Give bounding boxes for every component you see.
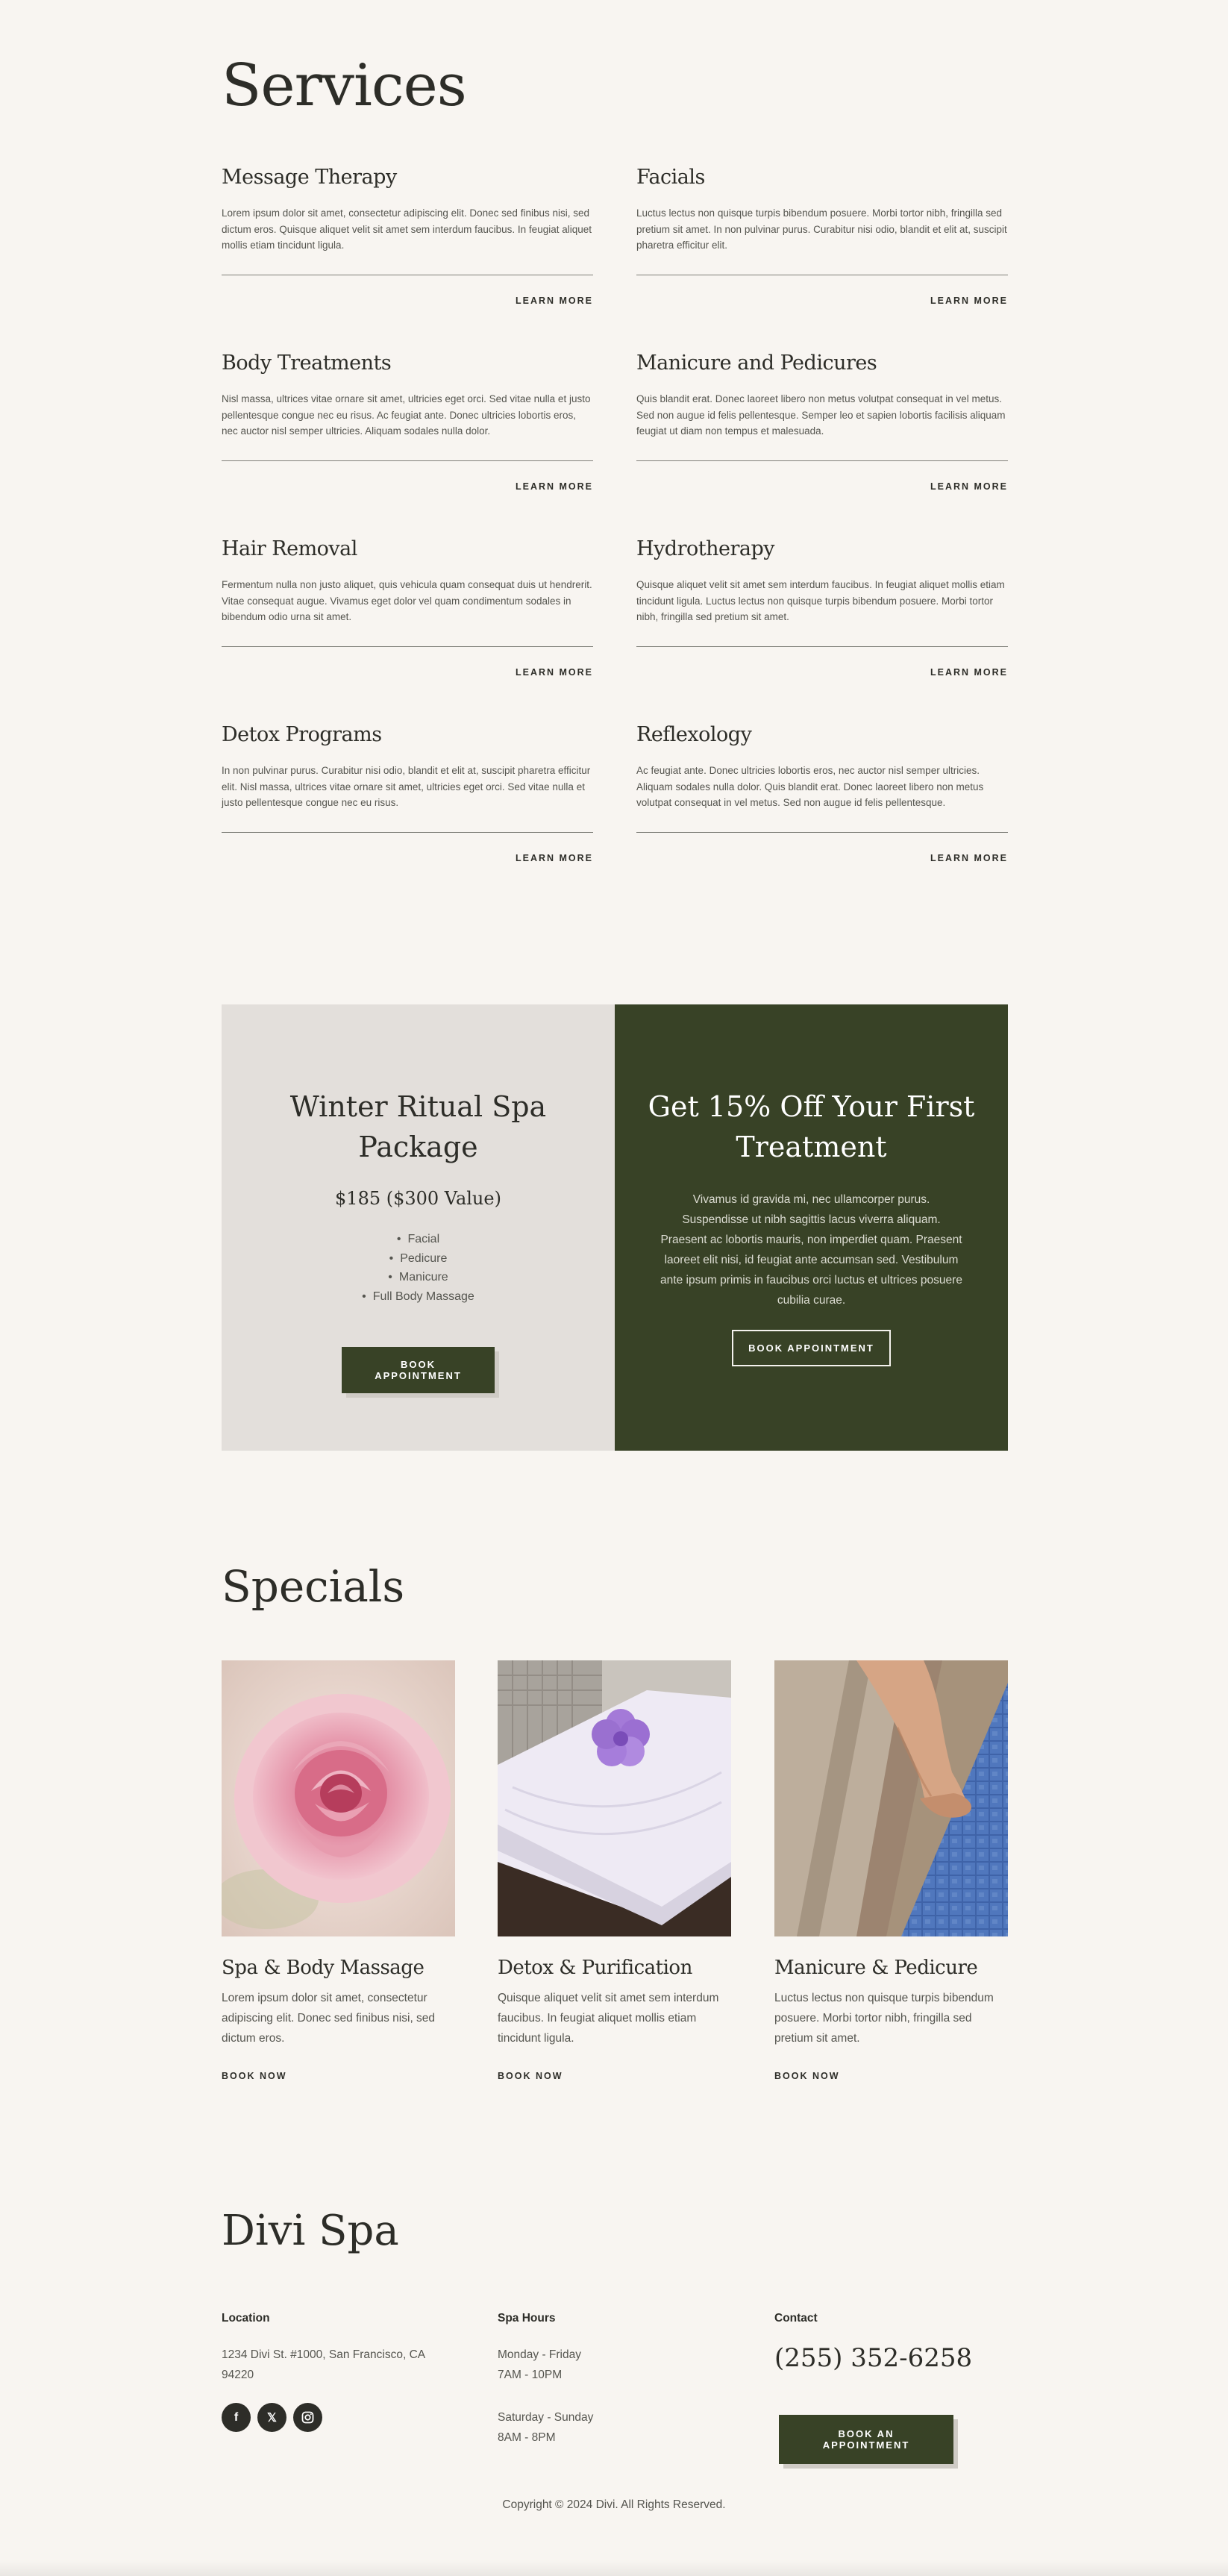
phone-number[interactable]: (255) 352-6258 (774, 2343, 972, 2373)
service-title: Body Treatments (222, 351, 392, 375)
special-card: Manicure & Pedicure Luctus lectus non qu… (774, 1660, 1008, 2081)
learn-more-link[interactable]: LEARN MORE (222, 853, 593, 863)
learn-more-link[interactable]: LEARN MORE (222, 667, 593, 678)
services-heading: Services (222, 52, 467, 119)
address-line-2: 94220 (222, 2369, 254, 2381)
offer-title: Get 15% Off Your First Treatment (648, 1090, 975, 1163)
service-description: Quisque aliquet velit sit amet sem inter… (636, 579, 1005, 622)
discount-offer-panel: Get 15% Off Your First Treatment Vivamus… (615, 1004, 1008, 1451)
service-title: Facials (636, 166, 705, 189)
book-now-link[interactable]: BOOK NOW (222, 2071, 455, 2081)
divider (636, 460, 1008, 461)
special-card: Detox & Purification Quisque aliquet vel… (498, 1660, 731, 2081)
weekday-time: 7AM - 10PM (498, 2369, 563, 2381)
list-item: Facial (222, 1230, 615, 1249)
list-item: Full Body Massage (222, 1287, 615, 1307)
weekend-time: 8AM - 8PM (498, 2431, 556, 2444)
weekday-days: Monday - Friday (498, 2348, 581, 2361)
divider (222, 645, 593, 647)
learn-more-link[interactable]: LEARN MORE (636, 481, 1008, 492)
location-label: Location (222, 2312, 270, 2325)
package-title: Winter Ritual Spa Package (289, 1090, 547, 1163)
copyright: Copyright © 2024 Divi. All Rights Reserv… (502, 2498, 726, 2511)
service-description: Ac feugiat ante. Donec ultricies loborti… (636, 765, 984, 808)
service-item: Facials Luctus lectus non quisque turpis… (636, 166, 1008, 306)
package-items-list: Facial Pedicure Manicure Full Body Massa… (222, 1230, 615, 1306)
service-item: Reflexology Ac feugiat ante. Donec ultri… (636, 723, 1008, 863)
weekend-days: Saturday - Sunday (498, 2411, 594, 2424)
service-item: Manicure and Pedicures Quis blandit erat… (636, 351, 1008, 492)
facebook-icon[interactable]: f (222, 2403, 251, 2432)
book-an-appointment-button[interactable]: BOOK AN APPOINTMENT (779, 2415, 953, 2464)
social-links: f 𝕏 (222, 2403, 322, 2432)
service-title: Hydrotherapy (636, 537, 775, 560)
special-title: Manicure & Pedicure (774, 1957, 978, 1979)
service-title: Detox Programs (222, 723, 382, 746)
service-description: Lorem ipsum dolor sit amet, consectetur … (222, 207, 592, 251)
list-item: Manicure (222, 1268, 615, 1287)
spa-package-panel: Winter Ritual Spa Package $185 ($300 Val… (222, 1004, 615, 1451)
hours-label: Spa Hours (498, 2312, 556, 2325)
list-item: Pedicure (222, 1249, 615, 1269)
learn-more-link[interactable]: LEARN MORE (222, 296, 593, 306)
specials-heading: Specials (222, 1561, 405, 1612)
instagram-icon[interactable] (293, 2403, 322, 2432)
page-bottom-shadow (0, 2560, 1228, 2576)
service-description: Quis blandit erat. Donec laoreet libero … (636, 393, 1006, 437)
feet-at-pool-edge-photo (774, 1660, 1008, 1936)
special-card: Spa & Body Massage Lorem ipsum dolor sit… (222, 1660, 455, 2081)
book-now-link[interactable]: BOOK NOW (774, 2071, 1008, 2081)
book-now-link[interactable]: BOOK NOW (498, 2071, 731, 2081)
footer-hours: Spa Hours Monday - Friday 7AM - 10PM Sat… (498, 2312, 593, 2448)
service-item: Message Therapy Lorem ipsum dolor sit am… (222, 166, 593, 306)
footer-location: Location 1234 Divi St. #1000, San Franci… (222, 2312, 425, 2385)
learn-more-link[interactable]: LEARN MORE (636, 667, 1008, 678)
footer-brand: Divi Spa (222, 2207, 399, 2255)
service-item: Body Treatments Nisl massa, ultrices vit… (222, 351, 593, 492)
service-item: Hair Removal Fermentum nulla non justo a… (222, 537, 593, 678)
service-item: Detox Programs In non pulvinar purus. Cu… (222, 723, 593, 863)
divider (636, 831, 1008, 833)
learn-more-link[interactable]: LEARN MORE (636, 296, 1008, 306)
special-description: Lorem ipsum dolor sit amet, consectetur … (222, 1992, 436, 2045)
pink-rose-photo (222, 1660, 455, 1936)
book-appointment-button[interactable]: BOOK APPOINTMENT (342, 1347, 495, 1393)
special-title: Detox & Purification (498, 1957, 692, 1979)
service-description: Luctus lectus non quisque turpis bibendu… (636, 207, 1007, 251)
divider (222, 831, 593, 833)
special-title: Spa & Body Massage (222, 1957, 425, 1979)
service-description: Fermentum nulla non justo aliquet, quis … (222, 579, 592, 622)
x-icon[interactable]: 𝕏 (257, 2403, 286, 2432)
learn-more-link[interactable]: LEARN MORE (636, 853, 1008, 863)
service-description: In non pulvinar purus. Curabitur nisi od… (222, 765, 591, 808)
divider (222, 460, 593, 461)
footer-contact: Contact (774, 2312, 818, 2325)
offer-text: Vivamus id gravida mi, nec ullamcorper p… (660, 1193, 962, 1307)
service-description: Nisl massa, ultrices vitae ornare sit am… (222, 393, 591, 437)
service-title: Manicure and Pedicures (636, 351, 877, 375)
service-title: Hair Removal (222, 537, 357, 560)
package-price: $185 ($300 Value) (335, 1188, 501, 1209)
divider (636, 645, 1008, 647)
address: 1234 Divi St. #1000, San Francisco, CA 9… (222, 2345, 425, 2385)
service-title: Reflexology (636, 723, 752, 746)
special-description: Luctus lectus non quisque turpis bibendu… (774, 1992, 994, 2045)
weekday-hours: Monday - Friday 7AM - 10PM (498, 2345, 593, 2385)
service-title: Message Therapy (222, 166, 397, 189)
service-item: Hydrotherapy Quisque aliquet velit sit a… (636, 537, 1008, 678)
book-appointment-button[interactable]: BOOK APPOINTMENT (732, 1330, 891, 1366)
weekend-hours: Saturday - Sunday 8AM - 8PM (498, 2407, 593, 2448)
contact-label: Contact (774, 2312, 818, 2325)
address-line-1: 1234 Divi St. #1000, San Francisco, CA (222, 2348, 426, 2361)
special-description: Quisque aliquet velit sit amet sem inter… (498, 1992, 719, 2045)
folded-towel-with-flower-photo (498, 1660, 731, 1936)
learn-more-link[interactable]: LEARN MORE (222, 481, 593, 492)
